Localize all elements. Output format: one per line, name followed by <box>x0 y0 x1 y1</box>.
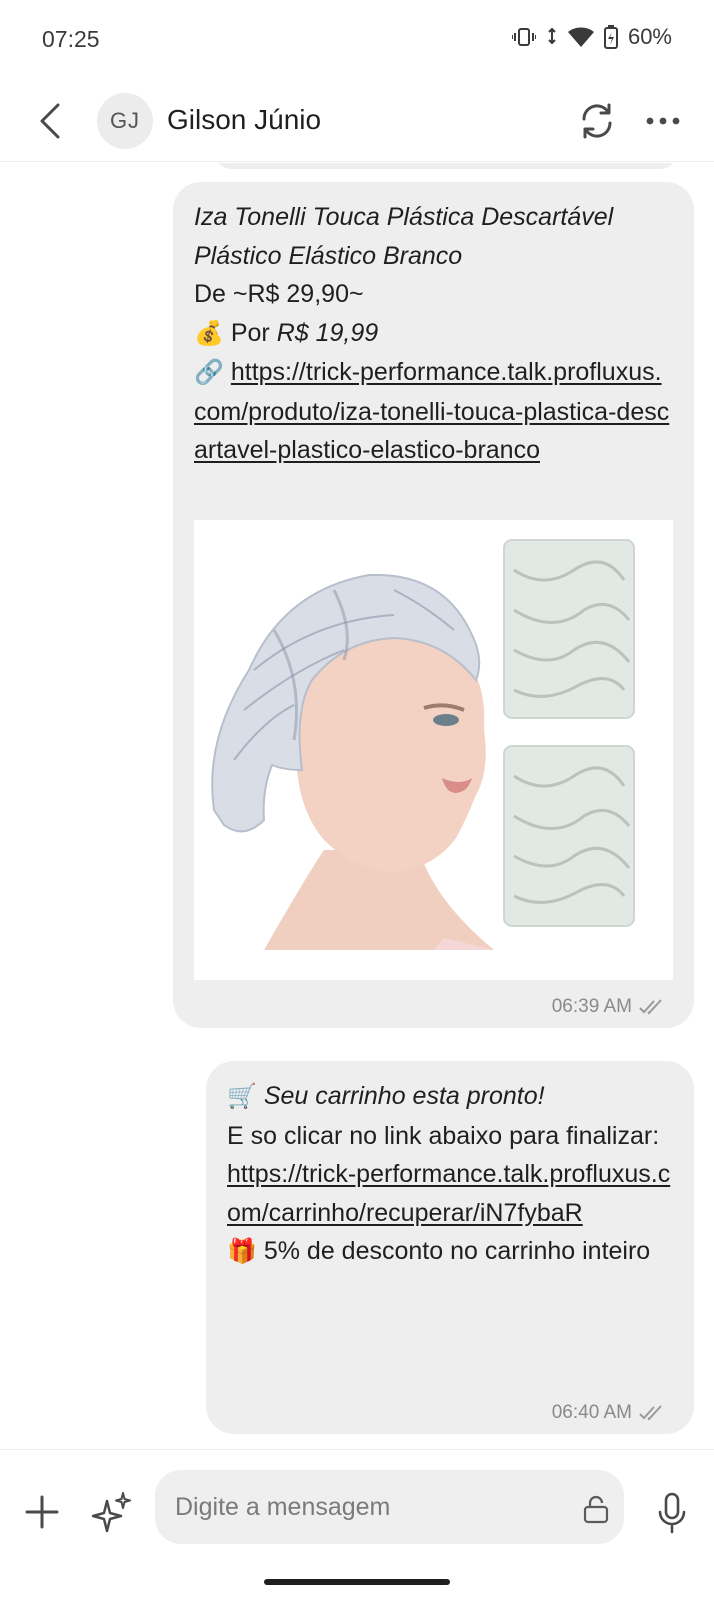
home-indicator[interactable] <box>264 1579 450 1585</box>
product-title: Iza Tonelli Touca Plástica Descartável Pl… <box>194 203 614 270</box>
previous-message-bubble[interactable] <box>214 163 678 169</box>
product-image[interactable] <box>194 520 673 980</box>
money-bag-icon: 💰 <box>194 319 224 347</box>
refresh-icon <box>582 103 612 139</box>
hair-cap-photo <box>194 520 673 980</box>
lock-icon[interactable] <box>582 1494 610 1524</box>
price: R$ 19,99 <box>276 318 379 347</box>
refresh-button[interactable] <box>574 98 620 144</box>
link-icon: 🔗 <box>194 359 224 386</box>
link-line: 🔗 https://trick-performance.talk.proflux… <box>194 353 674 470</box>
vibrate-icon <box>511 26 536 48</box>
status-bar: 07:25 60% <box>0 0 714 80</box>
more-dots-icon <box>646 117 680 125</box>
attach-button[interactable] <box>22 1492 62 1532</box>
message-bubble[interactable]: Iza Tonelli Touca Plástica Descartável Pl… <box>173 182 694 1028</box>
message-text: Iza Tonelli Touca Plástica Descartável Pl… <box>194 198 674 470</box>
message-text: 🛒 Seu carrinho esta pronto! E so clicar … <box>227 1077 674 1272</box>
discount-line: 🎁 5% de desconto no carrinho inteiro <box>227 1237 651 1265</box>
sparkle-icon <box>91 1492 131 1533</box>
cart-link[interactable]: https://trick-performance.talk.profluxus… <box>227 1160 670 1227</box>
data-arrows-icon <box>546 26 558 48</box>
microphone-icon <box>658 1492 686 1534</box>
old-price: De ~R$ 29,90~ <box>194 280 364 308</box>
price-line: 💰 Por R$ 19,99 <box>194 318 379 347</box>
message-meta: 06:40 AM <box>552 1402 664 1424</box>
battery-percent: 60% <box>627 24 672 49</box>
message-time: 06:40 AM <box>551 1402 632 1423</box>
double-check-icon <box>639 999 662 1015</box>
product-link[interactable]: https://trick-performance.talk.profluxus… <box>194 358 669 464</box>
cart-headline: 🛒 Seu carrinho esta pronto! <box>227 1082 545 1110</box>
message-input[interactable] <box>175 1470 555 1544</box>
message-time: 06:39 AM <box>551 996 632 1017</box>
message-bubble[interactable]: 🛒 Seu carrinho esta pronto! E so clicar … <box>206 1061 694 1434</box>
contact-name[interactable]: Gilson Júnio <box>167 104 321 136</box>
message-list[interactable]: Iza Tonelli Touca Plástica Descartável Pl… <box>0 163 714 1449</box>
wifi-icon <box>567 27 594 47</box>
voice-input-button[interactable] <box>652 1490 692 1536</box>
message-input-container[interactable] <box>155 1470 624 1544</box>
chat-header: GJ Gilson Júnio <box>0 80 714 162</box>
ai-assist-button[interactable] <box>90 1490 134 1534</box>
plus-icon <box>25 1495 59 1529</box>
message-meta: 06:39 AM <box>552 996 664 1018</box>
more-options-button[interactable] <box>640 98 686 144</box>
status-icons: 60% <box>511 24 672 50</box>
gift-icon: 🎁 <box>227 1238 257 1265</box>
avatar[interactable]: GJ <box>97 93 153 149</box>
message-body: E so clicar no link abaixo para finaliza… <box>227 1121 660 1150</box>
message-composer <box>0 1449 714 1599</box>
chevron-left-icon <box>40 103 60 139</box>
double-check-icon <box>639 1405 662 1421</box>
back-button[interactable] <box>30 98 70 144</box>
shopping-cart-icon: 🛒 <box>227 1083 257 1110</box>
status-time: 07:25 <box>42 26 100 52</box>
battery-icon <box>603 25 618 49</box>
